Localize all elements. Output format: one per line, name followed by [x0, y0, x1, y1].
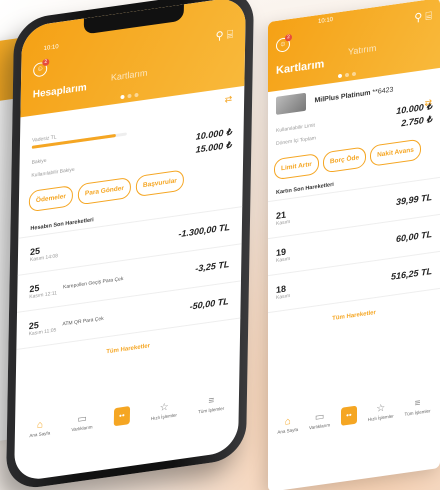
limit-increase-button[interactable]: Limit Artır: [274, 153, 319, 181]
balance-label: Bakiye: [31, 157, 47, 166]
send-money-button[interactable]: Para Gönder: [77, 176, 132, 206]
applications-button[interactable]: Başvurular: [135, 169, 185, 198]
tab-bar: ⌂ Ana Sayfa ▭ Varlıklarım •• ☆ Hızlı İşleml…: [15, 391, 239, 441]
tab-assets[interactable]: ▭ Varlıklarım: [309, 410, 330, 430]
transaction-amount: 516,25 TL: [390, 266, 432, 283]
menu-icon: ≡: [208, 395, 215, 407]
notification-badge: 2: [285, 33, 292, 42]
card-name: MilPlus Platinum **6423: [314, 85, 394, 105]
period-value: 2.750 ₺: [401, 114, 432, 129]
tab-cards[interactable]: Kartlarım: [111, 68, 148, 83]
tab-assets[interactable]: ▭ Varlıklarım: [71, 412, 92, 432]
tab-assistant[interactable]: ••: [113, 406, 131, 427]
status-time: 10:10: [318, 16, 334, 26]
cash-advance-button[interactable]: Nakit Avans: [370, 138, 421, 167]
face-icon: ••: [340, 405, 357, 426]
transaction-amount: -50,00 TL: [189, 296, 229, 312]
transaction-amount: 60,00 TL: [395, 229, 432, 245]
tab-assistant[interactable]: ••: [340, 405, 357, 426]
transaction-amount: -1.300,00 TL: [178, 221, 231, 240]
home-icon: ⌂: [284, 415, 291, 428]
page-dots: [338, 71, 362, 79]
transaction-description: ATM QR Para Çek: [62, 315, 104, 328]
search-icon[interactable]: ⚲: [215, 30, 223, 43]
tab-all-actions[interactable]: ≡ Tüm İşlemler: [198, 394, 224, 414]
accounts-screen: 10:10 ☺ 2 ⚲ ⌸ Kartlarım Hesaplarım ⇄ Vad…: [14, 0, 246, 483]
available-balance-label: Kullanılabilir Bakiye: [31, 166, 75, 179]
available-balance-value: 15.000 ₺: [195, 139, 232, 155]
cards-screen: 10:10 ☺ 2 ⚲ ⌸ Yatırım Kartlarım MilPlus …: [268, 0, 440, 490]
face-icon: ••: [113, 406, 131, 427]
swap-icon[interactable]: ⇄: [225, 94, 233, 106]
period-label: Dönem İçi Toplam: [276, 135, 316, 148]
tab-home[interactable]: ⌂ Ana Sayfa: [277, 415, 298, 435]
tab-all-actions[interactable]: ≡ Tüm İşlemler: [405, 396, 431, 417]
transaction-amount: -3,25 TL: [195, 258, 230, 274]
card-image: [276, 92, 306, 115]
transaction-amount: 39,99 TL: [395, 192, 432, 208]
tab-home[interactable]: ⌂ Ana Sayfa: [29, 418, 50, 438]
gift-icon[interactable]: ⌸: [227, 28, 234, 41]
swap-icon[interactable]: ⇄: [424, 97, 432, 109]
payments-button[interactable]: Ödemeler: [28, 185, 74, 213]
gift-icon[interactable]: ⌸: [425, 10, 432, 23]
tab-accounts[interactable]: Hesaplarım: [33, 82, 87, 101]
status-time: 10:10: [43, 44, 59, 53]
notification-badge: 2: [42, 58, 50, 67]
tab-investment[interactable]: Yatırım: [348, 43, 376, 57]
home-icon: ⌂: [36, 419, 44, 432]
transaction-description: Karepollen Geçiş Para Çek: [62, 275, 124, 291]
tab-quick-actions[interactable]: ☆ Hızlı İşlemler: [151, 400, 177, 422]
menu-icon: ≡: [414, 397, 421, 410]
page-dots: [120, 92, 144, 100]
pay-debt-button[interactable]: Borç Öde: [322, 146, 367, 174]
phone: 10:10 ☺ 2 ⚲ ⌸ Kartlarım Hesaplarım ⇄ Vad…: [5, 0, 255, 490]
search-icon[interactable]: ⚲: [414, 11, 422, 24]
tab-bar: ⌂ Ana Sayfa ▭ Varlıklarım •• ☆ Hızlı İşleml…: [268, 394, 440, 436]
tab-cards[interactable]: Kartlarım: [276, 58, 324, 77]
tab-quick-actions[interactable]: ☆ Hızlı İşlemler: [368, 401, 394, 422]
